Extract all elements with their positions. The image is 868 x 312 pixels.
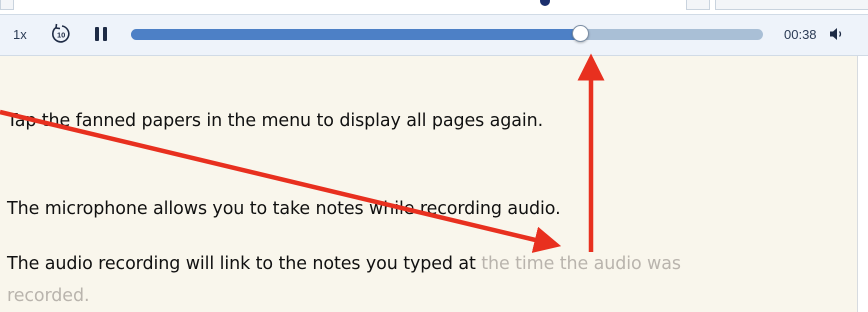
- unrecorded-text: recorded.: [7, 286, 90, 306]
- note-text-line: Tap the fanned papers in the menu to dis…: [7, 111, 544, 131]
- pause-button[interactable]: [95, 27, 109, 42]
- progress-fill: [131, 29, 580, 40]
- note-text-line: The audio recording will link to the not…: [7, 254, 681, 274]
- audio-player-bar: 1x 10 00:38: [0, 14, 868, 56]
- volume-button[interactable]: [828, 26, 846, 42]
- skip-back-seconds: 10: [57, 31, 65, 40]
- speaker-icon: [830, 28, 842, 40]
- pause-icon: [95, 27, 99, 41]
- top-toolbar-fragment: [0, 0, 868, 15]
- unrecorded-text: the time the audio was: [475, 254, 681, 274]
- progress-thumb[interactable]: [571, 25, 589, 42]
- pause-icon: [103, 27, 107, 41]
- recorded-text: The audio recording will link to the not…: [7, 254, 476, 274]
- app-window: 1x 10 00:38 Tap the fanned papers in the…: [0, 0, 868, 312]
- note-text-line: The microphone allows you to take notes …: [7, 199, 561, 219]
- note-page[interactable]: Tap the fanned papers in the menu to dis…: [0, 56, 858, 312]
- skip-back-button[interactable]: 10: [50, 23, 72, 45]
- elapsed-time: 00:38: [784, 27, 817, 42]
- playback-speed-button[interactable]: 1x: [13, 27, 27, 42]
- playback-progress-slider[interactable]: [131, 25, 763, 42]
- skip-back-10-icon: 10: [52, 23, 70, 43]
